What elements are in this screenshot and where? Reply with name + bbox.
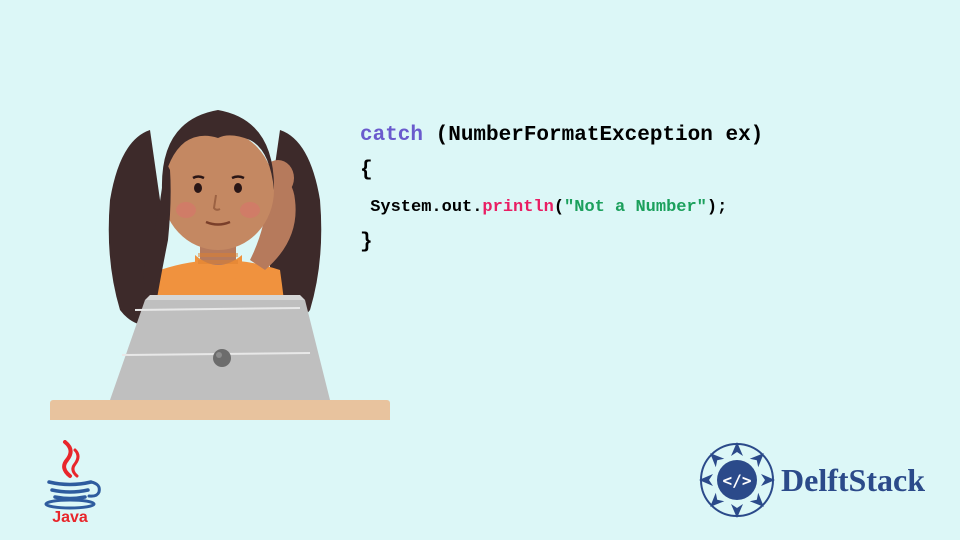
keyword-catch: catch xyxy=(360,124,423,147)
delftstack-logo: </> DelftStack xyxy=(697,440,925,520)
code-text: (NumberFormatException ex) xyxy=(423,124,763,147)
delftstack-text: DelftStack xyxy=(781,462,925,499)
string-literal: "Not a Number" xyxy=(564,198,707,217)
code-snippet: catch (NumberFormatException ex) { Syste… xyxy=(360,82,763,260)
delftstack-icon: </> xyxy=(697,440,777,520)
svg-text:</>: </> xyxy=(723,471,752,490)
desk-surface xyxy=(50,400,390,420)
woman-laptop-illustration xyxy=(50,60,390,420)
paren: ); xyxy=(707,198,727,217)
java-text: Java xyxy=(52,509,88,525)
brace-open: { xyxy=(360,159,373,182)
brace-close: } xyxy=(360,231,373,254)
paren: ( xyxy=(554,198,564,217)
method-println: println xyxy=(482,198,553,217)
java-logo: Java xyxy=(35,440,105,525)
code-text: System.out. xyxy=(360,198,482,217)
